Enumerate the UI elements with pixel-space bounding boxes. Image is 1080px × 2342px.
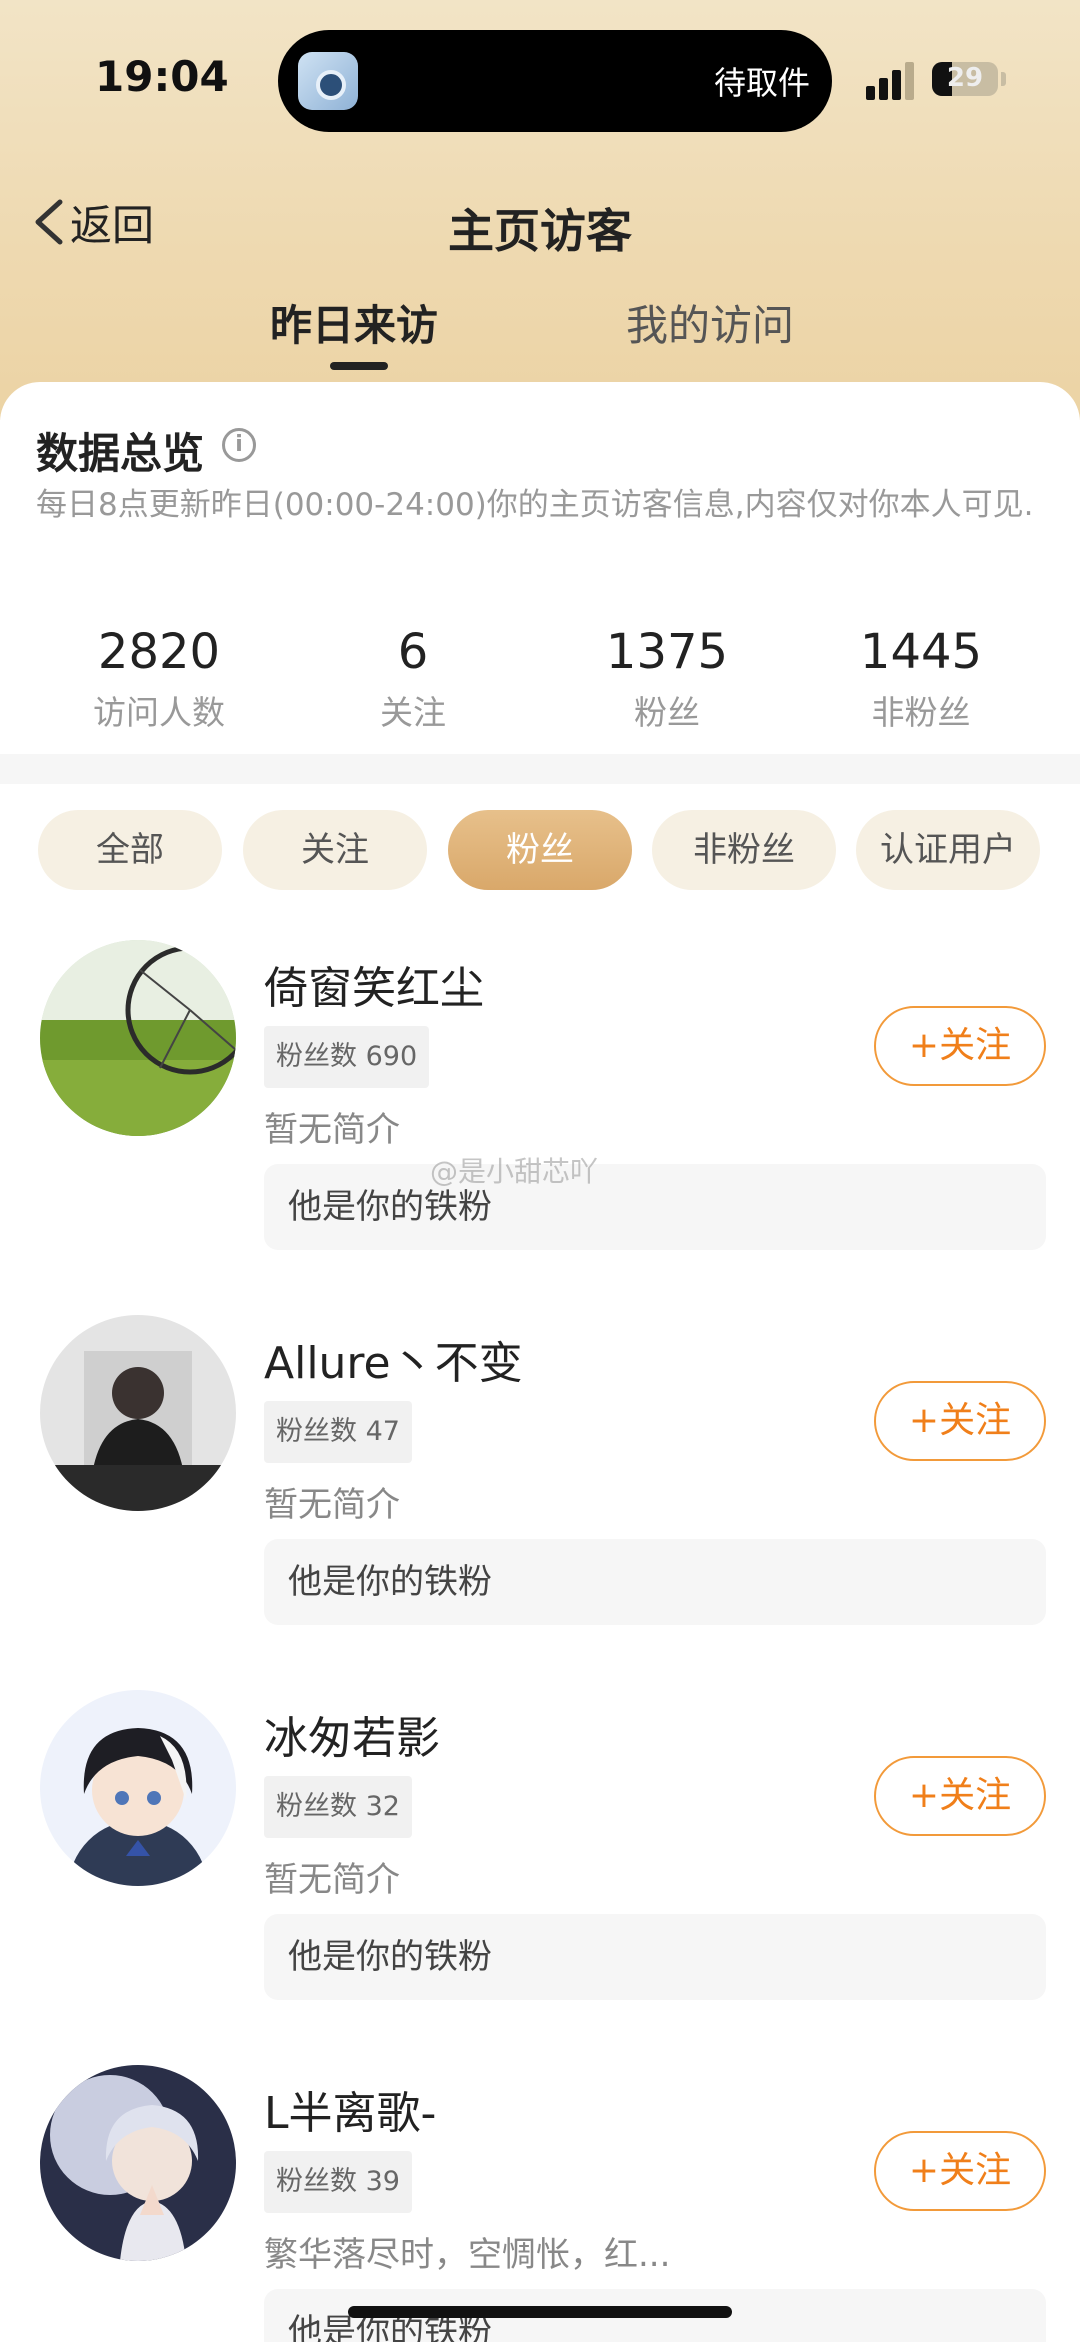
user-bio: 繁华落尽时，空惆怅，红... xyxy=(264,2235,671,2275)
stat-label: 非粉丝 xyxy=(871,693,971,732)
stat-label: 粉丝 xyxy=(634,693,700,732)
filter-following[interactable]: 关注 xyxy=(243,810,427,890)
page-title: 主页访客 xyxy=(448,204,632,258)
stat-label: 访问人数 xyxy=(93,693,225,732)
user-bio: 暂无简介 xyxy=(264,1860,400,1900)
stat-non-fans: 1445 非粉丝 xyxy=(794,622,1048,734)
user-name[interactable]: Allure丶不变 xyxy=(264,1327,523,1391)
package-app-icon xyxy=(298,52,358,110)
relation-tag: 他是你的铁粉 xyxy=(264,1914,1046,2000)
avatar[interactable] xyxy=(40,2065,236,2261)
anime-boy-avatar-icon xyxy=(40,1690,236,1886)
overview-description: 每日8点更新昨日(00:00-24:00)你的主页访客信息,内容仅对你本人可见. xyxy=(36,487,1034,523)
tab-my-visits[interactable]: 我的访问 xyxy=(626,292,794,353)
filter-chips: 全部 关注 粉丝 非粉丝 认证用户 xyxy=(0,810,1080,892)
island-text: 待取件 xyxy=(713,64,810,102)
follow-button[interactable]: +关注 xyxy=(874,2131,1046,2211)
info-icon[interactable]: i xyxy=(222,428,256,462)
list-item[interactable]: L半离歌- 粉丝数 39 繁华落尽时，空惆怅，红... 他是你的铁粉 +关注 xyxy=(0,2065,1080,2342)
filter-non-fans[interactable]: 非粉丝 xyxy=(652,810,836,890)
fans-count-badge: 粉丝数 39 xyxy=(264,2151,412,2213)
user-name[interactable]: L半离歌- xyxy=(264,2077,436,2141)
page: 19:04 待取件 29 返回 主页访客 昨日来访 我的访问 数据总览 i 每日… xyxy=(0,0,1080,2342)
avatar[interactable] xyxy=(40,1690,236,1886)
filter-all[interactable]: 全部 xyxy=(38,810,222,890)
follow-button[interactable]: +关注 xyxy=(874,1381,1046,1461)
content-card: 数据总览 i 每日8点更新昨日(00:00-24:00)你的主页访客信息,内容仅… xyxy=(0,382,1080,2342)
fans-count-badge: 粉丝数 32 xyxy=(264,1776,412,1838)
follow-button[interactable]: +关注 xyxy=(874,1756,1046,1836)
user-bio: 暂无简介 xyxy=(264,1110,400,1150)
fans-count-badge: 粉丝数 47 xyxy=(264,1401,412,1463)
stat-value: 2820 xyxy=(97,624,221,680)
bicycle-grass-avatar-icon xyxy=(40,940,236,1136)
relation-tag: 他是你的铁粉 xyxy=(264,1539,1046,1625)
man-back-avatar-icon xyxy=(40,1315,236,1511)
avatar[interactable] xyxy=(40,1315,236,1511)
fans-count-badge: 粉丝数 690 xyxy=(264,1026,430,1088)
stat-visitors: 2820 访问人数 xyxy=(32,622,286,734)
battery-level: 29 xyxy=(946,63,984,93)
list-item[interactable]: 冰匆若影 粉丝数 32 暂无简介 他是你的铁粉 +关注 xyxy=(0,1690,1080,2065)
stats-row: 2820 访问人数 6 关注 1375 粉丝 1445 非粉丝 xyxy=(0,622,1080,742)
list-item[interactable]: 倚窗笑红尘 粉丝数 690 暂无简介 他是你的铁粉 +关注 xyxy=(0,940,1080,1315)
dynamic-island[interactable]: 待取件 xyxy=(278,30,832,132)
stat-label: 关注 xyxy=(380,693,446,732)
signal-icon xyxy=(866,60,918,100)
avatar[interactable] xyxy=(40,940,236,1136)
filter-fans[interactable]: 粉丝 xyxy=(448,810,632,890)
follow-button[interactable]: +关注 xyxy=(874,1006,1046,1086)
user-bio: 暂无简介 xyxy=(264,1485,400,1525)
stat-fans: 1375 粉丝 xyxy=(540,622,794,734)
section-divider xyxy=(0,754,1080,784)
user-name[interactable]: 倚窗笑红尘 xyxy=(264,952,484,1016)
filter-verified[interactable]: 认证用户 xyxy=(856,810,1040,890)
user-name[interactable]: 冰匆若影 xyxy=(264,1702,440,1766)
stat-value: 1445 xyxy=(859,624,983,680)
watermark: @是小甜芯吖 xyxy=(430,1155,599,1188)
home-indicator[interactable] xyxy=(348,2306,732,2318)
tab-yesterday-visits[interactable]: 昨日来访 xyxy=(270,292,438,353)
list-item[interactable]: Allure丶不变 粉丝数 47 暂无简介 他是你的铁粉 +关注 xyxy=(0,1315,1080,1690)
battery-icon: 29 xyxy=(932,62,998,96)
tab-indicator xyxy=(330,362,388,370)
battery-tip xyxy=(1001,72,1006,86)
status-time: 19:04 xyxy=(95,52,229,101)
stat-value: 1375 xyxy=(605,624,729,680)
stat-following: 6 关注 xyxy=(286,622,540,734)
relation-tag: 他是你的铁粉 xyxy=(264,1164,1046,1250)
silver-hair-avatar-icon xyxy=(40,2065,236,2261)
overview-title: 数据总览 xyxy=(36,429,205,478)
stat-value: 6 xyxy=(397,624,429,680)
